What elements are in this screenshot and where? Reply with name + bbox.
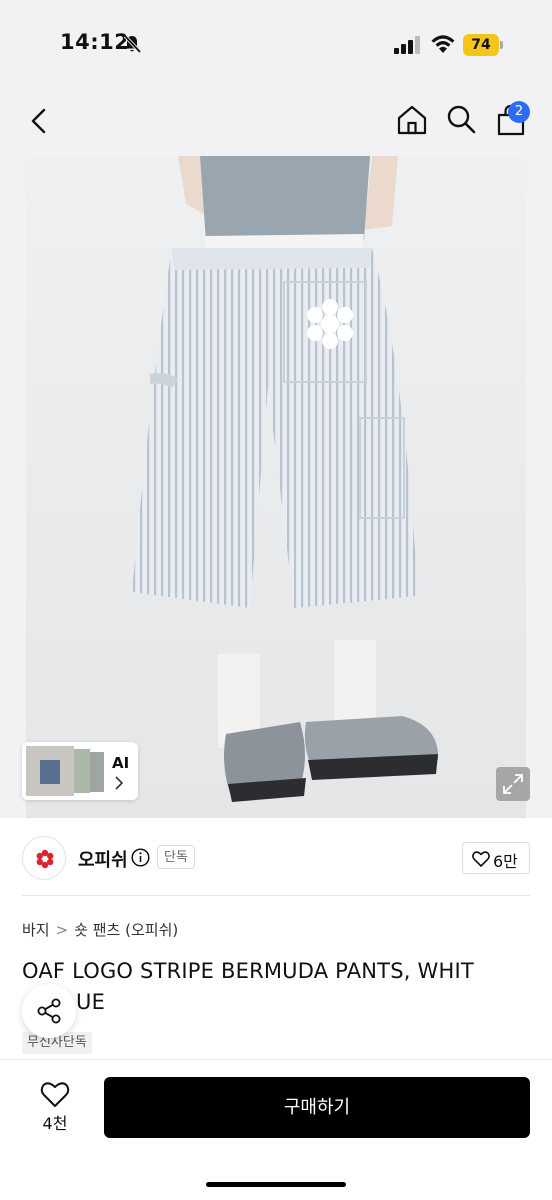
exclusive-badge: 단독 [157,845,195,869]
brand-logo[interactable] [22,836,66,880]
battery-indicator: 74 [463,34,503,56]
ai-thumbnails [26,746,104,796]
chevron-right-icon [115,776,124,790]
home-icon[interactable] [396,104,428,136]
brand-flower-logo [36,849,54,869]
back-icon[interactable] [26,106,52,136]
product-image[interactable] [0,156,552,818]
brand-like-button[interactable]: 6만 [462,842,530,874]
buy-button[interactable]: 구매하기 [104,1077,530,1138]
ai-lookbook-card[interactable]: AI [22,742,138,800]
wishlist-button[interactable]: 4천 [22,1078,88,1138]
cart-count-badge: 2 [508,101,530,123]
cellular-signal-icon [394,36,420,54]
divider [22,895,530,896]
info-icon[interactable] [131,848,150,867]
product-title: OAF LOGO STRIPE BERMUDA PANTS, WHIT UE [22,956,522,1018]
brand-name[interactable]: 오피쉬 [78,846,128,872]
brand-like-count: 6만 [493,852,518,871]
bottom-purchase-bar: 4천 구매하기 [0,1059,552,1200]
expand-icon[interactable] [496,767,530,801]
product-photo [26,156,526,818]
wifi-icon [431,35,455,53]
home-indicator [206,1182,346,1187]
ai-label: AI [112,754,130,772]
status-bar: 14:12 74 [0,0,552,88]
breadcrumb: 바지 > 숏 팬츠 (오피쉬) [22,919,178,940]
share-icon [37,998,61,1024]
wishlist-count: 4천 [42,1114,68,1133]
breadcrumb-separator: > [55,921,69,939]
heart-outline-icon [472,851,490,867]
battery-tip [500,41,503,49]
product-title-line: OAF LOGO STRIPE BERMUDA PANTS, WHIT [22,959,474,983]
heart-outline-icon [40,1082,70,1107]
status-time: 14:12 [60,30,130,54]
brand-row: 오피쉬 단독 6만 [0,818,552,896]
product-title-line: UE [76,990,106,1014]
top-navigation [0,88,552,156]
breadcrumb-item[interactable]: 숏 팬츠 (오피쉬) [74,921,178,939]
breadcrumb-item[interactable]: 바지 [22,921,50,939]
bell-muted-icon [123,34,142,54]
battery-level: 74 [463,34,499,56]
search-icon[interactable] [446,104,476,134]
share-button[interactable] [22,984,76,1038]
